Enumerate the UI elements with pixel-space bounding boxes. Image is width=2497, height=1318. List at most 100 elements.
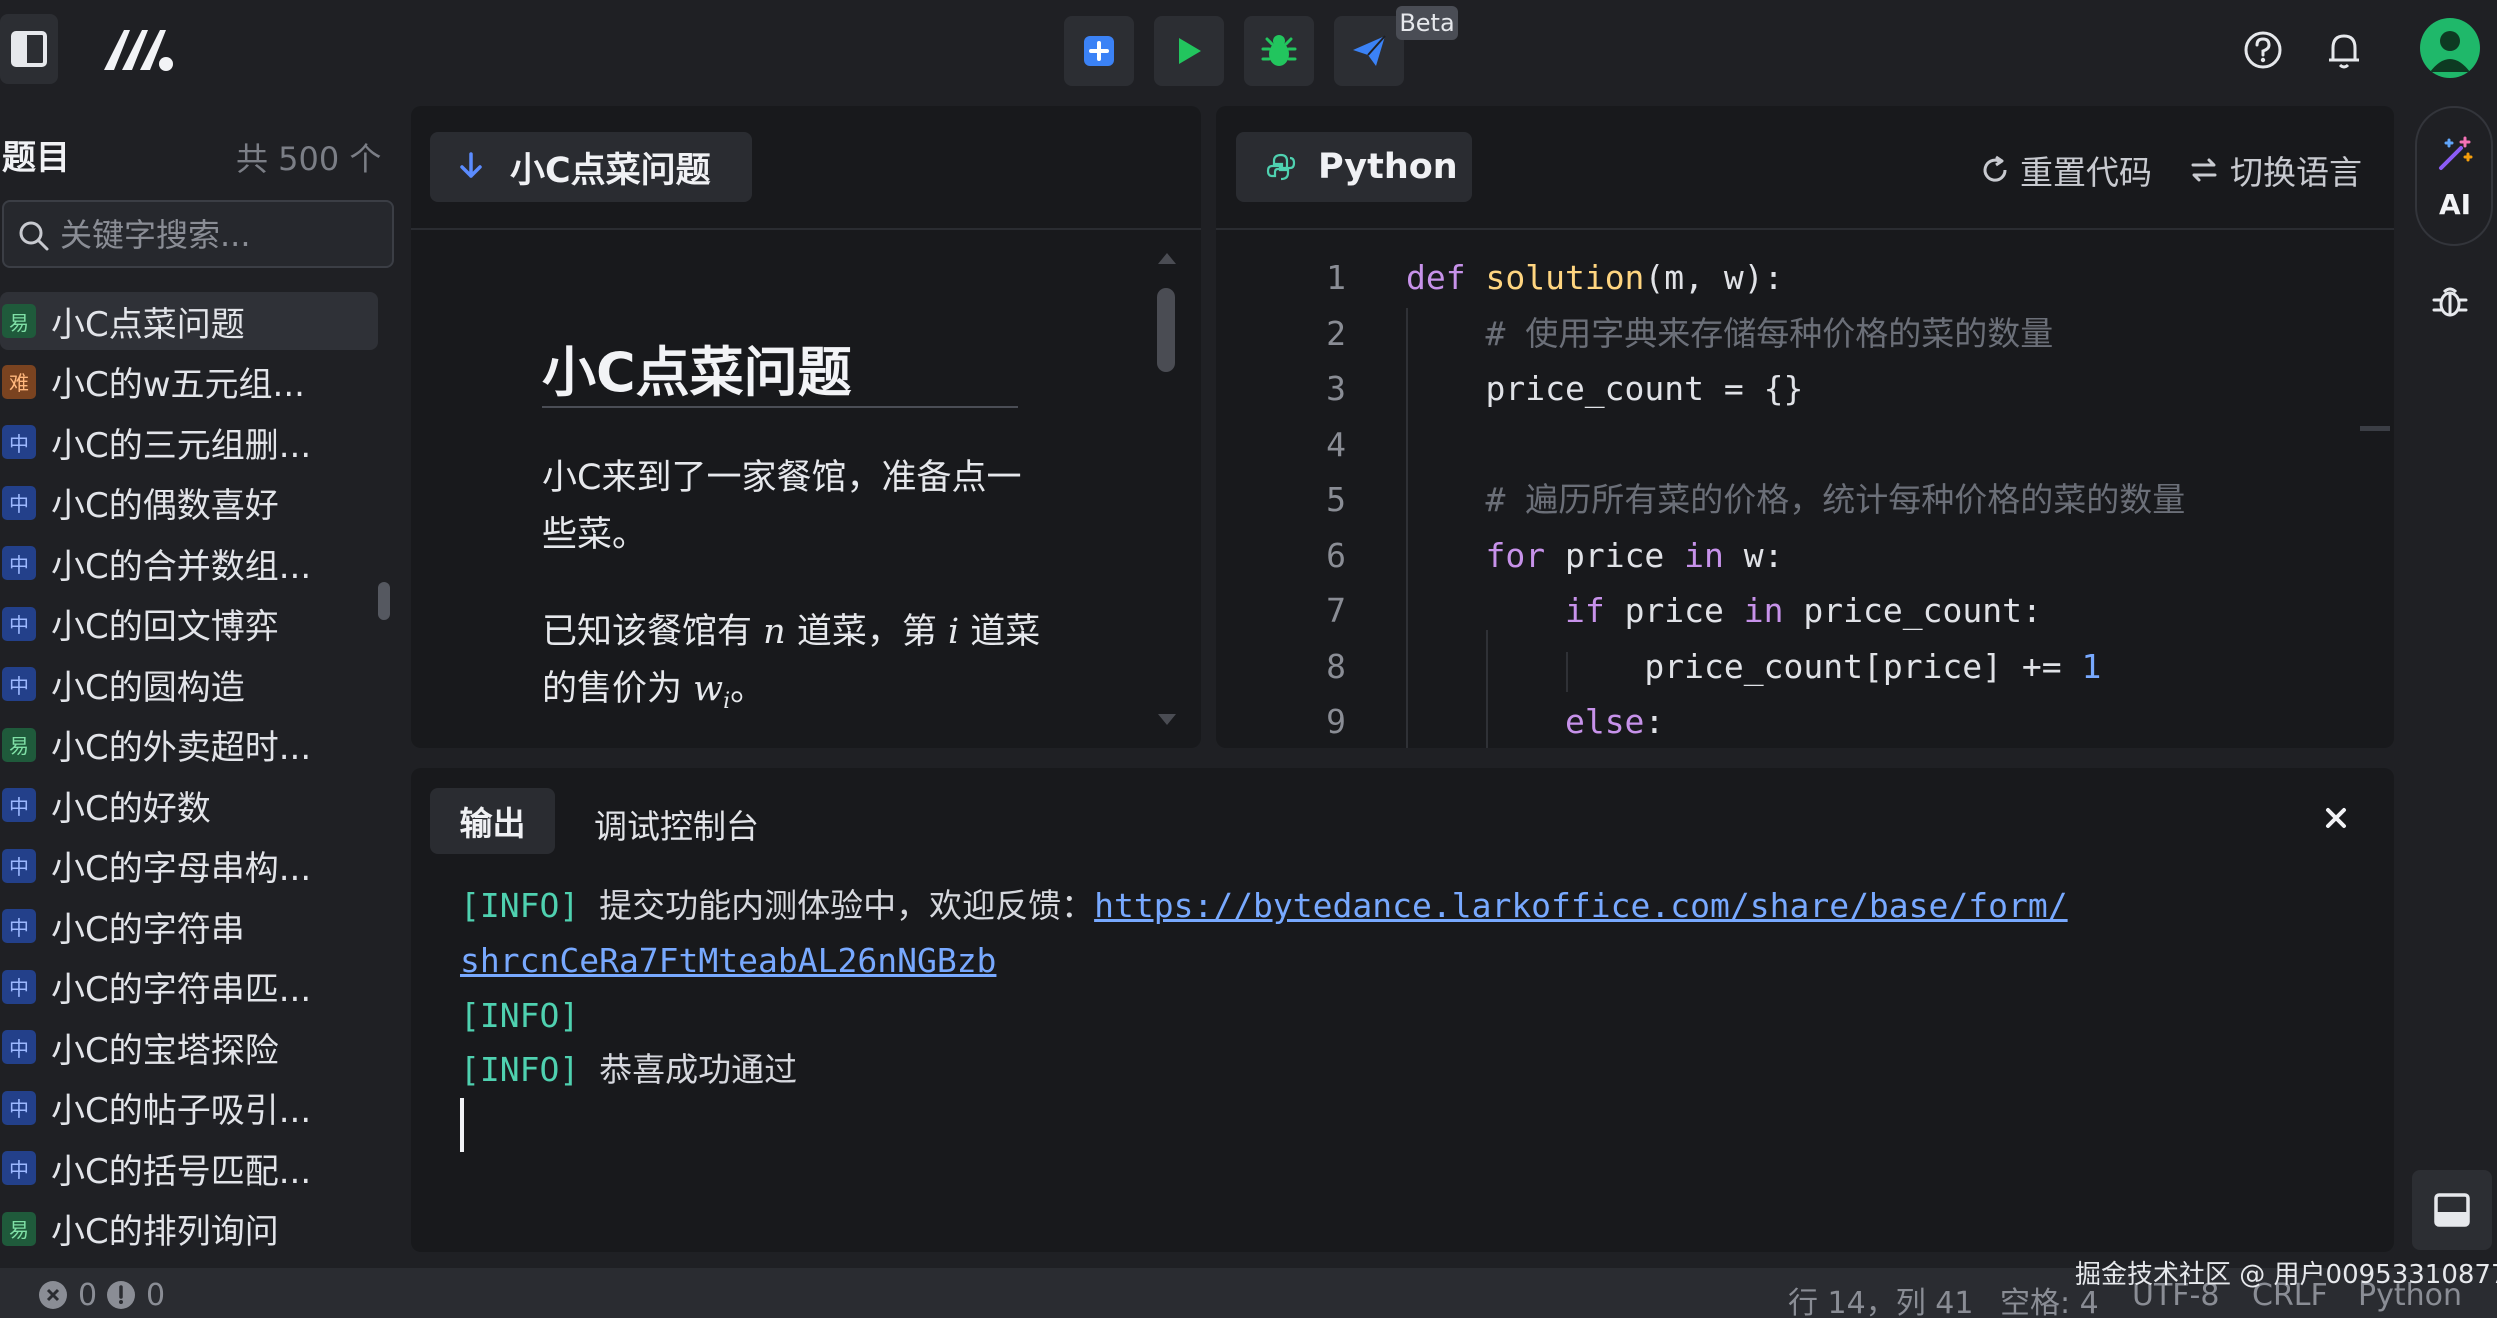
sidebar-panel-icon	[10, 30, 48, 68]
list-item[interactable]: 中小C的字母串构...	[0, 837, 378, 895]
list-item[interactable]: 难小C的w五元组...	[0, 353, 378, 411]
code-text: else:	[1564, 702, 1665, 741]
code-line: 1 def solution(m, w):	[1216, 250, 2366, 306]
code-text: if price in price_count:	[1564, 591, 2042, 630]
bug-report-button[interactable]	[2430, 280, 2470, 320]
switch-language-button[interactable]: 切换语言	[2190, 146, 2362, 194]
swap-arrows-icon	[2190, 156, 2218, 184]
list-item[interactable]: 中小C的括号匹配...	[0, 1139, 378, 1197]
line-number: 1	[1326, 258, 1346, 297]
ai-label: AI	[2438, 188, 2472, 221]
tab-output[interactable]: 输出	[430, 788, 555, 854]
magic-wand-icon	[2435, 134, 2475, 174]
list-item[interactable]: 中小C的回文博弈	[0, 595, 378, 653]
list-item[interactable]: 易小C的外卖超时...	[0, 716, 378, 774]
output-tab-label: 输出	[459, 804, 526, 843]
difficulty-badge: 中	[2, 485, 36, 520]
code-text: def solution(m, w):	[1406, 258, 1784, 297]
debug-button[interactable]	[1244, 16, 1314, 86]
toggle-panel-button[interactable]	[2412, 1170, 2492, 1250]
output-line-1: [INFO] 提交功能内测体验中，欢迎反馈：https://bytedance.…	[460, 886, 2068, 925]
list-item[interactable]: 中小C的字符串	[0, 897, 378, 955]
tab-python[interactable]: Python	[1236, 132, 1472, 202]
list-item[interactable]: 易小C的排列询问	[0, 1200, 378, 1258]
difficulty-badge: 难	[2, 364, 36, 399]
description-scrollbar[interactable]	[1157, 288, 1175, 372]
list-item-label: 小C的字母串构...	[51, 849, 312, 889]
difficulty-badge: 易	[2, 727, 36, 762]
code-line: 8 price_count[price] += 1	[1216, 639, 2366, 695]
tab-debug-console[interactable]: 调试控制台	[594, 800, 759, 848]
app-logo	[100, 22, 176, 74]
line-number: 7	[1326, 591, 1346, 630]
notifications-button[interactable]	[2314, 20, 2374, 80]
list-item[interactable]: 易小C点菜问题	[0, 292, 378, 350]
beta-badge: Beta	[1396, 6, 1458, 40]
add-button[interactable]	[1064, 16, 1134, 86]
difficulty-badge: 易	[2, 304, 36, 338]
difficulty-badge: 中	[2, 546, 36, 580]
problem-paragraph-2: 已知该餐馆有 n 道菜，第 i 道菜的售价为 wi。	[542, 612, 1041, 714]
list-item[interactable]: 中小C的圆构造	[0, 655, 378, 713]
code-text: for price in w:	[1485, 535, 1784, 575]
search-input[interactable]	[60, 212, 380, 258]
list-item-label: 小C的括号匹配...	[51, 1151, 312, 1192]
beta-label: Beta	[1399, 9, 1455, 37]
code-line: 9 else:	[1216, 694, 2366, 750]
list-item-label: 小C的外卖超时...	[51, 728, 312, 768]
line-number: 9	[1326, 702, 1346, 741]
code-text: price_count[price] += 1	[1406, 646, 2102, 686]
submit-button[interactable]	[1334, 16, 1404, 86]
tab-description[interactable]: 小C点菜问题	[430, 132, 752, 202]
difficulty-badge: 中	[2, 425, 36, 459]
list-item[interactable]: 中小C的字符串匹...	[0, 958, 378, 1016]
feedback-link[interactable]: https://bytedance.larkoffice.com/share/b…	[1094, 886, 2068, 925]
list-item-label: 小C的排列询问	[51, 1212, 279, 1252]
list-item-label: 小C的偶数喜好	[51, 486, 279, 526]
warning-count[interactable]: 0	[146, 1278, 165, 1313]
difficulty-badge: 易	[2, 1211, 36, 1246]
code-line: 7 if price in price_count:	[1216, 583, 2366, 639]
download-arrow-icon	[458, 152, 484, 182]
code-line: 4	[1216, 417, 2366, 473]
run-button[interactable]	[1154, 16, 1224, 86]
difficulty-badge: 中	[2, 788, 36, 822]
code-line: 5 # 遍历所有菜的价格，统计每种价格的菜的数量	[1216, 472, 2366, 528]
toggle-sidebar-button[interactable]	[0, 14, 58, 84]
list-item[interactable]: 中小C的三元组删...	[0, 413, 378, 471]
list-item[interactable]: 中小C的宝塔探险	[0, 1018, 378, 1076]
plus-square-icon	[1082, 34, 1116, 68]
error-count[interactable]: 0	[78, 1278, 97, 1313]
code-line: 6 for price in w:	[1216, 528, 2366, 584]
close-panel-button[interactable]	[2318, 800, 2354, 836]
switch-language-label: 切换语言	[2230, 153, 2362, 192]
watermark: 掘金技术社区 @ 用户00953310877	[2075, 1260, 2497, 1290]
error-icon	[38, 1280, 68, 1310]
list-item[interactable]: 中小C的好数	[0, 776, 378, 834]
list-item[interactable]: 中小C的合并数组...	[0, 534, 378, 592]
line-number: 2	[1326, 313, 1346, 353]
list-item[interactable]: 中小C的帖子吸引...	[0, 1079, 378, 1137]
cursor-position[interactable]: 行 14，列 41	[1788, 1278, 1973, 1318]
difficulty-badge: 中	[2, 1090, 36, 1125]
scroll-up-icon[interactable]	[1156, 250, 1178, 266]
play-icon	[1173, 35, 1205, 67]
question-circle-icon	[2243, 30, 2283, 70]
difficulty-badge: 中	[2, 1030, 36, 1064]
ai-assistant-button[interactable]: AI	[2415, 106, 2493, 246]
reset-code-button[interactable]: 重置代码	[1980, 146, 2152, 194]
difficulty-badge: 中	[2, 909, 36, 943]
scroll-down-icon[interactable]	[1156, 712, 1178, 728]
list-item-label: 小C的帖子吸引...	[51, 1091, 312, 1131]
feedback-link-cont[interactable]: shrcnCeRa7FtMteabAL26nNGBzb	[460, 941, 996, 980]
line-number: 3	[1326, 369, 1346, 408]
difficulty-badge: 中	[2, 848, 36, 883]
user-avatar[interactable]	[2420, 18, 2480, 78]
indent-guide	[1566, 652, 1568, 692]
list-item[interactable]: 中小C的偶数喜好	[0, 474, 378, 532]
heading-divider	[542, 406, 1018, 408]
list-item-label: 小C点菜问题	[51, 304, 245, 345]
help-button[interactable]	[2233, 20, 2293, 80]
sidebar-scrollbar[interactable]	[378, 582, 390, 620]
code-line: 2 # 使用字典来存储每种价格的菜的数量	[1216, 306, 2366, 362]
